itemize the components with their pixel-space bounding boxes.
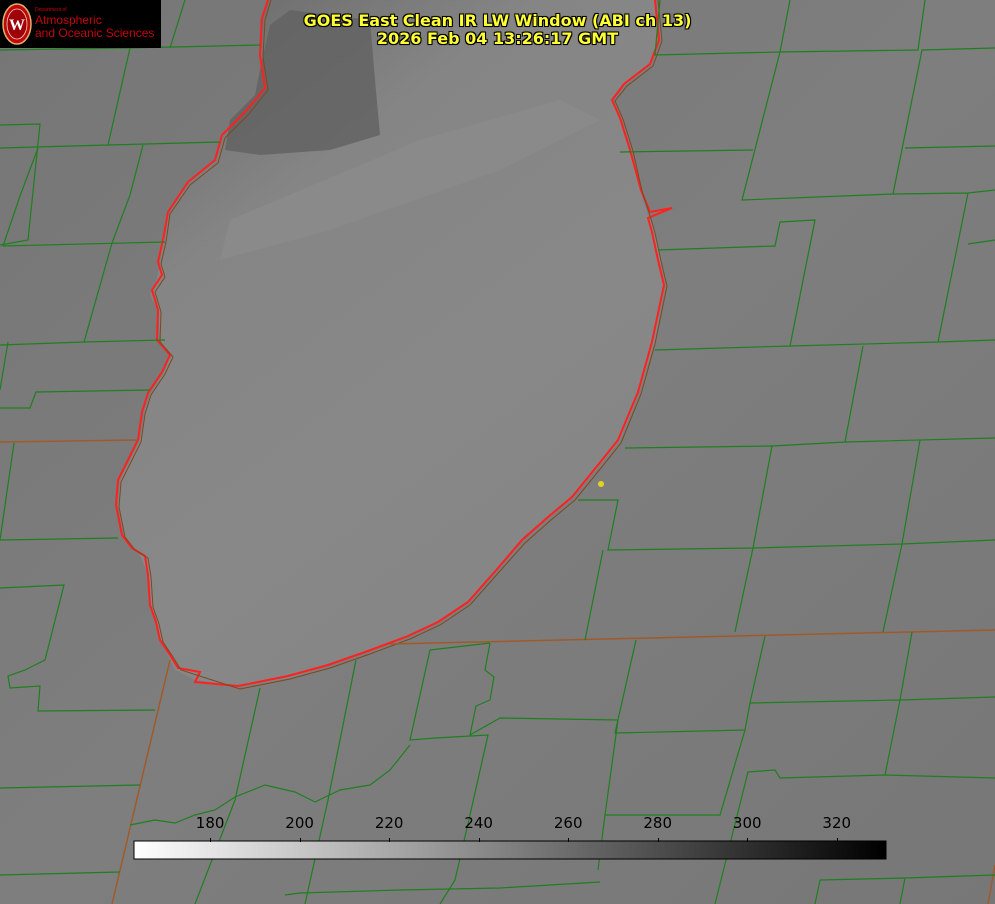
colorbar-tick-label: 240 (464, 814, 493, 832)
colorbar-tick-label: 320 (822, 814, 852, 832)
colorbar-tick (568, 838, 570, 842)
colorbar-tick (836, 838, 838, 842)
colorbar-tick (747, 838, 749, 842)
colorbar-tick (657, 838, 659, 842)
uw-aos-logo: W Department of Atmospheric and Oceanic … (0, 0, 161, 48)
colorbar-tick-label: 300 (732, 814, 762, 832)
colorbar-tick-label: 220 (374, 814, 404, 832)
colorbar-tick (299, 838, 301, 842)
colorbar-tick (478, 838, 480, 842)
colorbar-tick-label: 200 (285, 814, 314, 832)
uw-seal-icon: W (2, 3, 32, 45)
site-marker (598, 481, 604, 487)
colorbar-tick-label: 180 (195, 814, 225, 832)
colorbar-tick (389, 838, 391, 842)
seal-letter: W (9, 17, 25, 34)
image-timestamp: 2026 Feb 04 13:26:17 GMT (376, 29, 619, 48)
colorbar-gradient (133, 840, 887, 860)
colorbar-tick (210, 838, 212, 842)
colorbar-tick-label: 280 (643, 814, 673, 832)
logo-line2: and Oceanic Sciences (35, 26, 155, 40)
satellite-map (0, 0, 995, 904)
colorbar-tick-label: 260 (553, 814, 583, 832)
image-title: GOES East Clean IR LW Window (ABI ch 13) (303, 11, 692, 30)
